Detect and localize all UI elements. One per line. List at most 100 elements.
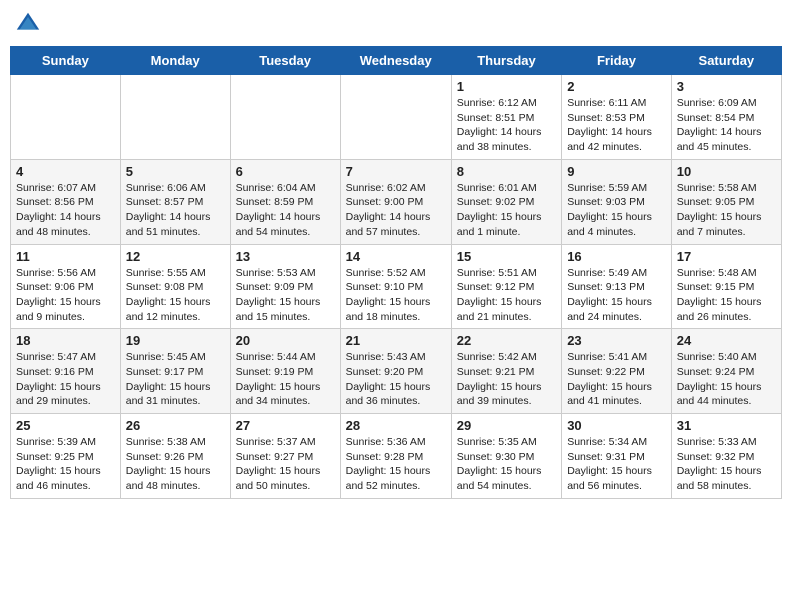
day-number: 1: [457, 79, 556, 94]
calendar-cell: 27Sunrise: 5:37 AM Sunset: 9:27 PM Dayli…: [230, 414, 340, 499]
day-number: 13: [236, 249, 335, 264]
calendar-cell: 7 Sunrise: 6:02 AM Sunset: 9:00 PM Daylig…: [340, 159, 451, 244]
week-row-2: 4 Sunrise: 6:07 AM Sunset: 8:56 PM Daylig…: [11, 159, 782, 244]
calendar-cell: 5 Sunrise: 6:06 AM Sunset: 8:57 PM Daylig…: [120, 159, 230, 244]
calendar-cell: 2 Sunrise: 6:11 AM Sunset: 8:53 PM Daylig…: [562, 75, 672, 160]
week-row-5: 25Sunrise: 5:39 AM Sunset: 9:25 PM Dayli…: [11, 414, 782, 499]
calendar-cell: 30 Sunrise: 5:34 AM Sunset: 9:31 PM Dayli…: [562, 414, 672, 499]
day-number: 30: [567, 418, 666, 433]
calendar-cell: 11Sunrise: 5:56 AM Sunset: 9:06 PM Dayli…: [11, 244, 121, 329]
day-number: 22: [457, 333, 556, 348]
logo-icon: [14, 10, 42, 38]
day-number: 4: [16, 164, 115, 179]
calendar-cell: 15 Sunrise: 5:51 AM Sunset: 9:12 PM Dayli…: [451, 244, 561, 329]
day-info: Sunrise: 5:33 AM Sunset: 9:32 PM Dayligh…: [677, 435, 776, 494]
weekday-header-row: SundayMondayTuesdayWednesdayThursdayFrid…: [11, 47, 782, 75]
day-number: 16: [567, 249, 666, 264]
day-info: Sunrise: 5:35 AM Sunset: 9:30 PM Dayligh…: [457, 435, 556, 494]
calendar-cell: 31 Sunrise: 5:33 AM Sunset: 9:32 PM Dayli…: [671, 414, 781, 499]
day-number: 15: [457, 249, 556, 264]
day-info: Sunrise: 6:01 AM Sunset: 9:02 PM Dayligh…: [457, 181, 556, 240]
week-row-3: 11Sunrise: 5:56 AM Sunset: 9:06 PM Dayli…: [11, 244, 782, 329]
day-number: 18: [16, 333, 115, 348]
day-info: Sunrise: 5:41 AM Sunset: 9:22 PM Dayligh…: [567, 350, 666, 409]
day-number: 19: [126, 333, 225, 348]
day-number: 3: [677, 79, 776, 94]
logo: [14, 10, 46, 38]
day-number: 8: [457, 164, 556, 179]
weekday-saturday: Saturday: [671, 47, 781, 75]
day-info: Sunrise: 5:51 AM Sunset: 9:12 PM Dayligh…: [457, 266, 556, 325]
week-row-4: 18 Sunrise: 5:47 AM Sunset: 9:16 PM Dayli…: [11, 329, 782, 414]
day-info: Sunrise: 6:07 AM Sunset: 8:56 PM Dayligh…: [16, 181, 115, 240]
day-info: Sunrise: 5:55 AM Sunset: 9:08 PM Dayligh…: [126, 266, 225, 325]
day-number: 21: [346, 333, 446, 348]
calendar-cell: 28Sunrise: 5:36 AM Sunset: 9:28 PM Dayli…: [340, 414, 451, 499]
calendar-cell: 1 Sunrise: 6:12 AM Sunset: 8:51 PM Daylig…: [451, 75, 561, 160]
day-info: Sunrise: 5:43 AM Sunset: 9:20 PM Dayligh…: [346, 350, 446, 409]
day-info: Sunrise: 5:58 AM Sunset: 9:05 PM Dayligh…: [677, 181, 776, 240]
calendar-cell: 13Sunrise: 5:53 AM Sunset: 9:09 PM Dayli…: [230, 244, 340, 329]
calendar-cell: 14 Sunrise: 5:52 AM Sunset: 9:10 PM Dayli…: [340, 244, 451, 329]
day-info: Sunrise: 6:04 AM Sunset: 8:59 PM Dayligh…: [236, 181, 335, 240]
calendar-cell: 20 Sunrise: 5:44 AM Sunset: 9:19 PM Dayli…: [230, 329, 340, 414]
day-number: 12: [126, 249, 225, 264]
day-info: Sunrise: 5:47 AM Sunset: 9:16 PM Dayligh…: [16, 350, 115, 409]
day-number: 26: [126, 418, 225, 433]
day-number: 28: [346, 418, 446, 433]
day-info: Sunrise: 5:44 AM Sunset: 9:19 PM Dayligh…: [236, 350, 335, 409]
day-info: Sunrise: 5:45 AM Sunset: 9:17 PM Dayligh…: [126, 350, 225, 409]
weekday-monday: Monday: [120, 47, 230, 75]
calendar-cell: 29 Sunrise: 5:35 AM Sunset: 9:30 PM Dayli…: [451, 414, 561, 499]
day-number: 20: [236, 333, 335, 348]
day-number: 17: [677, 249, 776, 264]
day-number: 25: [16, 418, 115, 433]
calendar-cell: 8 Sunrise: 6:01 AM Sunset: 9:02 PM Daylig…: [451, 159, 561, 244]
day-info: Sunrise: 5:59 AM Sunset: 9:03 PM Dayligh…: [567, 181, 666, 240]
day-info: Sunrise: 5:38 AM Sunset: 9:26 PM Dayligh…: [126, 435, 225, 494]
day-number: 5: [126, 164, 225, 179]
calendar-cell: 16Sunrise: 5:49 AM Sunset: 9:13 PM Dayli…: [562, 244, 672, 329]
day-number: 14: [346, 249, 446, 264]
weekday-tuesday: Tuesday: [230, 47, 340, 75]
weekday-wednesday: Wednesday: [340, 47, 451, 75]
day-number: 23: [567, 333, 666, 348]
day-number: 29: [457, 418, 556, 433]
day-info: Sunrise: 5:52 AM Sunset: 9:10 PM Dayligh…: [346, 266, 446, 325]
day-info: Sunrise: 5:48 AM Sunset: 9:15 PM Dayligh…: [677, 266, 776, 325]
calendar-cell: 21 Sunrise: 5:43 AM Sunset: 9:20 PM Dayli…: [340, 329, 451, 414]
calendar-cell: 4 Sunrise: 6:07 AM Sunset: 8:56 PM Daylig…: [11, 159, 121, 244]
calendar-cell: 19 Sunrise: 5:45 AM Sunset: 9:17 PM Dayli…: [120, 329, 230, 414]
calendar-cell: 3 Sunrise: 6:09 AM Sunset: 8:54 PM Daylig…: [671, 75, 781, 160]
day-info: Sunrise: 5:40 AM Sunset: 9:24 PM Dayligh…: [677, 350, 776, 409]
calendar-cell: 22 Sunrise: 5:42 AM Sunset: 9:21 PM Dayli…: [451, 329, 561, 414]
day-info: Sunrise: 6:02 AM Sunset: 9:00 PM Dayligh…: [346, 181, 446, 240]
weekday-friday: Friday: [562, 47, 672, 75]
day-number: 24: [677, 333, 776, 348]
calendar-body: 1 Sunrise: 6:12 AM Sunset: 8:51 PM Daylig…: [11, 75, 782, 499]
day-info: Sunrise: 5:56 AM Sunset: 9:06 PM Dayligh…: [16, 266, 115, 325]
calendar-cell: 18 Sunrise: 5:47 AM Sunset: 9:16 PM Dayli…: [11, 329, 121, 414]
day-info: Sunrise: 6:12 AM Sunset: 8:51 PM Dayligh…: [457, 96, 556, 155]
day-info: Sunrise: 6:11 AM Sunset: 8:53 PM Dayligh…: [567, 96, 666, 155]
calendar-cell: 17 Sunrise: 5:48 AM Sunset: 9:15 PM Dayli…: [671, 244, 781, 329]
day-number: 9: [567, 164, 666, 179]
day-info: Sunrise: 6:09 AM Sunset: 8:54 PM Dayligh…: [677, 96, 776, 155]
weekday-thursday: Thursday: [451, 47, 561, 75]
calendar-cell: 24 Sunrise: 5:40 AM Sunset: 9:24 PM Dayli…: [671, 329, 781, 414]
day-number: 7: [346, 164, 446, 179]
weekday-sunday: Sunday: [11, 47, 121, 75]
calendar-cell: 6Sunrise: 6:04 AM Sunset: 8:59 PM Daylig…: [230, 159, 340, 244]
day-info: Sunrise: 6:06 AM Sunset: 8:57 PM Dayligh…: [126, 181, 225, 240]
day-info: Sunrise: 5:42 AM Sunset: 9:21 PM Dayligh…: [457, 350, 556, 409]
calendar-cell: 23 Sunrise: 5:41 AM Sunset: 9:22 PM Dayli…: [562, 329, 672, 414]
day-number: 31: [677, 418, 776, 433]
day-number: 2: [567, 79, 666, 94]
calendar-cell: 25Sunrise: 5:39 AM Sunset: 9:25 PM Dayli…: [11, 414, 121, 499]
calendar-cell: [120, 75, 230, 160]
calendar-cell: [11, 75, 121, 160]
calendar-cell: 26 Sunrise: 5:38 AM Sunset: 9:26 PM Dayli…: [120, 414, 230, 499]
day-number: 10: [677, 164, 776, 179]
calendar-cell: [340, 75, 451, 160]
day-info: Sunrise: 5:34 AM Sunset: 9:31 PM Dayligh…: [567, 435, 666, 494]
